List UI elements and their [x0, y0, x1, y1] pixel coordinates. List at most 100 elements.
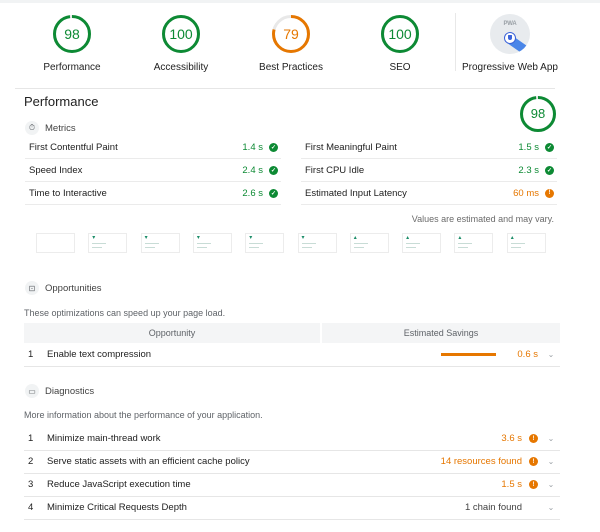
- metrics-heading: Metrics: [45, 122, 76, 134]
- performance-gauge: 98: [519, 95, 557, 133]
- pwa-badge-icon: PWA: [490, 14, 530, 54]
- metric-first-cpu-idle: First CPU Idle 2.3 s ✓: [301, 159, 557, 182]
- frame-text-line: [406, 243, 421, 244]
- gauge-accessibility[interactable]: 100 Accessibility: [121, 14, 241, 73]
- frame-text-line: [92, 247, 103, 248]
- filmstrip-frame: ▾: [192, 233, 232, 253]
- gauge-label: Progressive Web App: [462, 62, 558, 73]
- opportunities-heading: Opportunities: [45, 282, 102, 294]
- filmstrip-frame: ▾: [88, 233, 128, 253]
- frame-text-line: [249, 243, 264, 244]
- row-value: 1.5 s: [501, 479, 522, 490]
- opportunity-row[interactable]: 1 Enable text compression 0.6 s ⌄: [24, 343, 560, 367]
- frame-text-line: [144, 243, 159, 244]
- metric-label: First CPU Idle: [305, 164, 365, 176]
- warning-info-icon: !: [529, 480, 538, 489]
- column-opportunity: Opportunity: [24, 323, 320, 343]
- diagnostic-row[interactable]: 1 Minimize main-thread work 3.6 s! ⌄: [24, 427, 560, 451]
- warning-info-icon: !: [529, 434, 538, 443]
- frame-logo-icon: ▴: [458, 235, 462, 241]
- gauge-score: 100: [388, 26, 412, 42]
- row-number: 1: [28, 433, 34, 444]
- frame-text-line: [144, 247, 155, 248]
- chevron-down-icon[interactable]: ⌄: [542, 457, 560, 466]
- frame-logo-icon: ▴: [406, 235, 410, 241]
- chevron-down-icon[interactable]: ⌄: [542, 503, 560, 512]
- gauge-score: 98: [64, 26, 80, 42]
- filmstrip-frame: ▾: [140, 233, 180, 253]
- metric-label: First Meaningful Paint: [305, 141, 397, 153]
- pass-check-icon: ✓: [269, 142, 278, 152]
- frame-logo-icon: ▾: [249, 235, 253, 241]
- metric-label: Speed Index: [29, 164, 83, 176]
- column-estimated-savings: Estimated Savings: [322, 323, 560, 343]
- metric-value: 2.4 s: [242, 164, 263, 176]
- frame-text-line: [510, 247, 521, 248]
- frame-text-line: [301, 243, 316, 244]
- gauge-label: Performance: [43, 62, 101, 73]
- chevron-down-icon[interactable]: ⌄: [542, 480, 560, 489]
- pwa-badge-text: PWA: [503, 21, 517, 27]
- diagnostics-heading: Diagnostics: [45, 385, 95, 397]
- frame-text-line: [458, 243, 473, 244]
- metric-value: 60 ms: [513, 187, 539, 199]
- frame-logo-icon: ▴: [353, 235, 357, 241]
- frame-logo-icon: ▴: [510, 235, 514, 241]
- frame-text-line: [458, 247, 469, 248]
- frame-text-line: [196, 247, 207, 248]
- metric-value: 1.5 s: [518, 141, 539, 153]
- pass-check-icon: ✓: [545, 142, 554, 152]
- filmstrip: ▾ ▾ ▾ ▾ ▾ ▴ ▴ ▴ ▴: [36, 233, 556, 255]
- row-value: 1 chain found: [464, 502, 522, 513]
- gauge-performance[interactable]: 98 Performance: [12, 14, 132, 73]
- frame-text-line: [406, 247, 417, 248]
- pass-check-icon: ✓: [545, 165, 554, 175]
- gauge-label: Accessibility: [153, 62, 209, 73]
- diagnostics-header: ▭ Diagnostics: [25, 384, 94, 398]
- metric-first-meaningful-paint: First Meaningful Paint 1.5 s ✓: [301, 136, 557, 159]
- row-title: Serve static assets with an efficient ca…: [47, 456, 250, 467]
- diagnostic-row[interactable]: 2 Serve static assets with an efficient …: [24, 450, 560, 474]
- gauge-label: Best Practices: [259, 62, 323, 73]
- gauge-score: 79: [283, 26, 299, 42]
- frame-text-line: [301, 247, 312, 248]
- gauge-pwa[interactable]: PWA Progressive Web App: [450, 14, 570, 73]
- diagnostic-row[interactable]: 3 Reduce JavaScript execution time 1.5 s…: [24, 473, 560, 497]
- opportunities-table-header: Opportunity Estimated Savings: [24, 323, 560, 343]
- savings-bar: [441, 353, 497, 356]
- performance-score: 98: [530, 106, 546, 121]
- filmstrip-frame: ▴: [349, 233, 389, 253]
- frame-text-line: [510, 243, 525, 244]
- top-bar: [0, 0, 600, 3]
- metric-label: First Contentful Paint: [29, 141, 118, 153]
- metrics-right: First Meaningful Paint 1.5 s ✓ First CPU …: [301, 136, 557, 205]
- estimated-note: Values are estimated and may vary.: [411, 214, 554, 224]
- metric-label: Estimated Input Latency: [305, 187, 407, 199]
- row-title: Minimize main-thread work: [47, 433, 161, 444]
- shield-icon: [504, 32, 516, 44]
- frame-logo-icon: ▾: [301, 235, 305, 241]
- row-number: 4: [28, 502, 34, 513]
- chevron-down-icon[interactable]: ⌄: [542, 434, 560, 443]
- metric-estimated-input-latency: Estimated Input Latency 60 ms!: [301, 182, 557, 205]
- diagnostic-row[interactable]: 4 Minimize Critical Requests Depth 1 cha…: [24, 496, 560, 520]
- warning-info-icon: !: [545, 188, 554, 198]
- metrics-left: First Contentful Paint 1.4 s ✓ Speed Inde…: [25, 136, 281, 205]
- filmstrip-frame: ▴: [506, 233, 546, 253]
- frame-logo-icon: ▾: [196, 235, 200, 241]
- gauge-score: 100: [169, 26, 193, 42]
- opportunities-description: These optimizations can speed up your pa…: [24, 308, 226, 318]
- gauge-seo[interactable]: 100 SEO: [340, 14, 460, 73]
- frame-text-line: [92, 243, 107, 244]
- warning-info-icon: !: [529, 457, 538, 466]
- row-value: 14 resources found: [440, 456, 522, 467]
- metric-first-contentful-paint: First Contentful Paint 1.4 s ✓: [25, 136, 281, 159]
- metric-time-to-interactive: Time to Interactive 2.6 s ✓: [25, 182, 281, 205]
- gauge-best-practices[interactable]: 79 Best Practices: [231, 14, 351, 73]
- diagnostics-description: More information about the performance o…: [24, 410, 263, 420]
- chevron-down-icon[interactable]: ⌄: [542, 350, 560, 359]
- frame-text-line: [353, 247, 364, 248]
- category-gauges: 98 Performance 100 Accessibility 79 Best…: [0, 10, 600, 80]
- filmstrip-frame: [36, 233, 75, 253]
- row-value: 0.6 s: [517, 349, 538, 360]
